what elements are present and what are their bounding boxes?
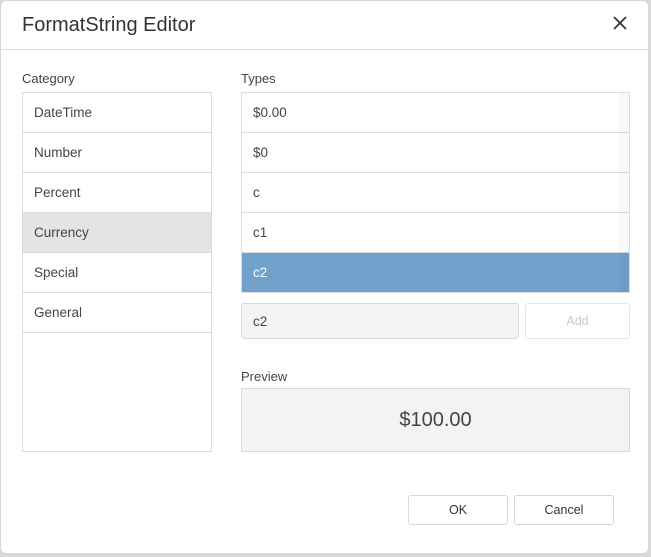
type-item[interactable]: $0 [242,133,629,173]
dialog-title: FormatString Editor [22,14,196,36]
category-label: Category [22,71,75,86]
category-item-special[interactable]: Special [23,253,211,293]
types-label: Types [241,71,276,86]
format-string-input[interactable] [241,303,519,339]
preview-box: $100.00 [241,388,630,452]
category-list: DateTime Number Percent Currency Special… [22,92,212,452]
category-item-currency[interactable]: Currency [23,213,211,253]
type-item[interactable]: c1 [242,213,629,253]
preview-label: Preview [241,369,288,384]
type-item[interactable]: $0.00 [242,93,629,133]
add-button[interactable]: Add [525,303,630,339]
type-item-selected[interactable]: c2 [242,253,629,292]
category-item-percent[interactable]: Percent [23,173,211,213]
formatstring-editor-dialog: FormatString Editor Category DateTime Nu… [0,0,649,554]
ok-button[interactable]: OK [408,495,508,525]
types-list: $0.00 $0 c c1 c2 [241,92,630,293]
type-item[interactable]: c [242,173,629,213]
category-item-number[interactable]: Number [23,133,211,173]
category-item-datetime[interactable]: DateTime [23,93,211,133]
cancel-button[interactable]: Cancel [514,495,614,525]
dialog-header: FormatString Editor [1,1,648,50]
category-item-general[interactable]: General [23,293,211,333]
close-icon[interactable] [610,13,630,33]
types-scrollbar[interactable] [619,93,629,292]
